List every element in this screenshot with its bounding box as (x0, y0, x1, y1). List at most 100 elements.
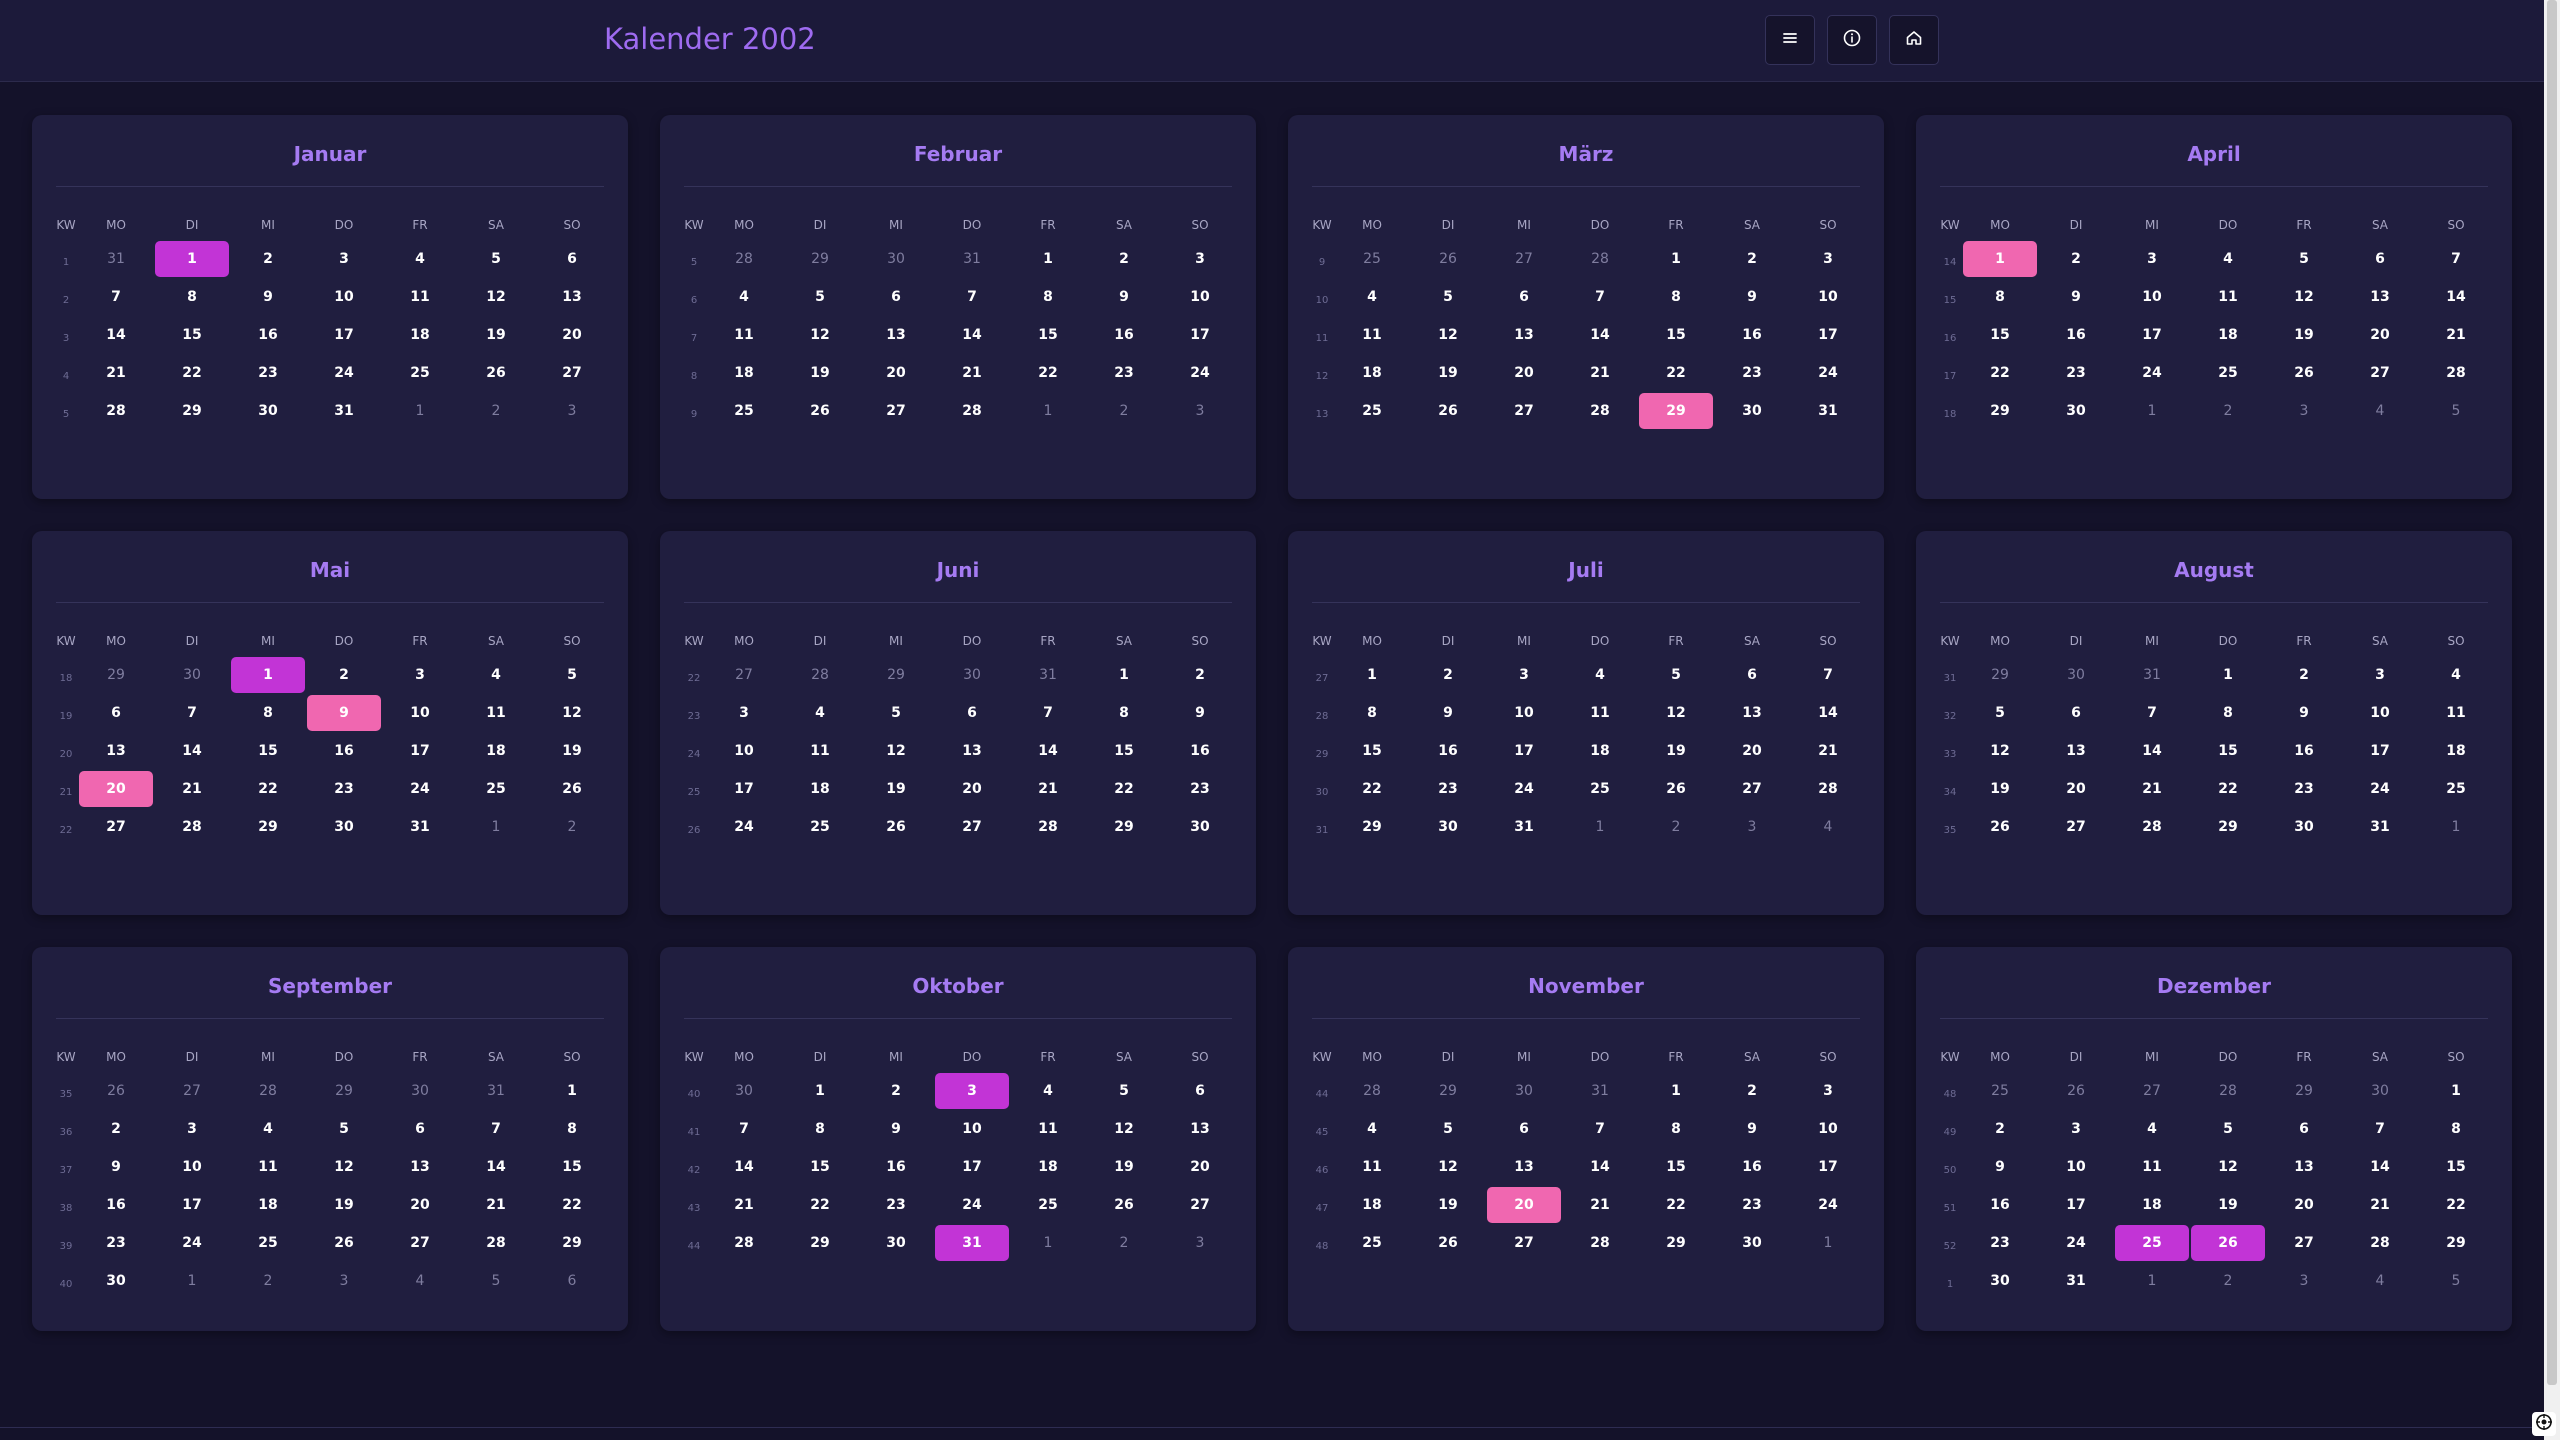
day-cell[interactable]: 30 (79, 1263, 153, 1299)
day-cell[interactable]: 21 (1011, 771, 1085, 807)
day-cell[interactable]: 20 (2343, 317, 2417, 353)
day-cell[interactable]: 8 (1963, 279, 2037, 315)
day-cell[interactable]: 23 (2039, 355, 2113, 391)
day-cell[interactable]: 15 (1963, 317, 2037, 353)
day-cell[interactable]: 6 (2267, 1111, 2341, 1147)
day-cell[interactable]: 28 (707, 1225, 781, 1261)
day-cell[interactable]: 21 (2115, 771, 2189, 807)
day-cell[interactable]: 18 (1335, 355, 1409, 391)
day-cell[interactable]: 7 (707, 1111, 781, 1147)
day-cell[interactable]: 9 (859, 1111, 933, 1147)
day-cell[interactable]: 28 (2343, 1225, 2417, 1261)
adjacent-month-day[interactable]: 1 (1011, 1225, 1085, 1261)
adjacent-month-day[interactable]: 29 (859, 657, 933, 693)
day-cell[interactable]: 17 (383, 733, 457, 769)
marked-day-cell[interactable]: 29 (1639, 393, 1713, 429)
adjacent-month-day[interactable]: 3 (1163, 1225, 1237, 1261)
day-cell[interactable]: 20 (859, 355, 933, 391)
day-cell[interactable]: 26 (459, 355, 533, 391)
day-cell[interactable]: 23 (859, 1187, 933, 1223)
adjacent-month-day[interactable]: 30 (935, 657, 1009, 693)
day-cell[interactable]: 18 (2419, 733, 2493, 769)
adjacent-month-day[interactable]: 1 (1011, 393, 1085, 429)
day-cell[interactable]: 5 (859, 695, 933, 731)
day-cell[interactable]: 3 (1791, 1073, 1865, 1109)
day-cell[interactable]: 16 (859, 1149, 933, 1185)
day-cell[interactable]: 29 (2419, 1225, 2493, 1261)
day-cell[interactable]: 11 (383, 279, 457, 315)
day-cell[interactable]: 15 (1639, 1149, 1713, 1185)
day-cell[interactable]: 4 (231, 1111, 305, 1147)
day-cell[interactable]: 31 (2343, 809, 2417, 845)
day-cell[interactable]: 20 (1487, 355, 1561, 391)
day-cell[interactable]: 2 (2039, 241, 2113, 277)
adjacent-month-day[interactable]: 28 (783, 657, 857, 693)
day-cell[interactable]: 26 (859, 809, 933, 845)
day-cell[interactable]: 30 (859, 1225, 933, 1261)
day-cell[interactable]: 6 (383, 1111, 457, 1147)
day-cell[interactable]: 2 (79, 1111, 153, 1147)
day-cell[interactable]: 12 (459, 279, 533, 315)
day-cell[interactable]: 27 (79, 809, 153, 845)
day-cell[interactable]: 4 (783, 695, 857, 731)
day-cell[interactable]: 24 (2115, 355, 2189, 391)
day-cell[interactable]: 5 (459, 241, 533, 277)
day-cell[interactable]: 16 (231, 317, 305, 353)
day-cell[interactable]: 8 (155, 279, 229, 315)
accessibility-button[interactable] (2532, 1412, 2556, 1436)
day-cell[interactable]: 30 (1715, 393, 1789, 429)
day-cell[interactable]: 16 (2267, 733, 2341, 769)
day-cell[interactable]: 2 (1715, 1073, 1789, 1109)
day-cell[interactable]: 2 (1163, 657, 1237, 693)
adjacent-month-day[interactable]: 3 (307, 1263, 381, 1299)
day-cell[interactable]: 13 (535, 279, 609, 315)
adjacent-month-day[interactable]: 2 (231, 1263, 305, 1299)
day-cell[interactable]: 16 (1087, 317, 1161, 353)
day-cell[interactable]: 21 (155, 771, 229, 807)
day-cell[interactable]: 14 (2115, 733, 2189, 769)
day-cell[interactable]: 31 (1487, 809, 1561, 845)
day-cell[interactable]: 14 (2343, 1149, 2417, 1185)
day-cell[interactable]: 9 (231, 279, 305, 315)
day-cell[interactable]: 18 (1011, 1149, 1085, 1185)
day-cell[interactable]: 23 (1715, 355, 1789, 391)
day-cell[interactable]: 6 (859, 279, 933, 315)
day-cell[interactable]: 19 (1411, 355, 1485, 391)
day-cell[interactable]: 9 (1963, 1149, 2037, 1185)
adjacent-month-day[interactable]: 2 (1639, 809, 1713, 845)
day-cell[interactable]: 3 (2039, 1111, 2113, 1147)
adjacent-month-day[interactable]: 3 (2267, 1263, 2341, 1299)
scrollbar-thumb[interactable] (2547, 0, 2557, 1385)
day-cell[interactable]: 17 (1487, 733, 1561, 769)
day-cell[interactable]: 16 (1163, 733, 1237, 769)
day-cell[interactable]: 28 (79, 393, 153, 429)
day-cell[interactable]: 9 (1715, 1111, 1789, 1147)
day-cell[interactable]: 28 (935, 393, 1009, 429)
day-cell[interactable]: 27 (1487, 393, 1561, 429)
adjacent-month-day[interactable]: 28 (707, 241, 781, 277)
day-cell[interactable]: 17 (1163, 317, 1237, 353)
day-cell[interactable]: 20 (383, 1187, 457, 1223)
day-cell[interactable]: 14 (935, 317, 1009, 353)
day-cell[interactable]: 18 (1563, 733, 1637, 769)
day-cell[interactable]: 11 (1335, 1149, 1409, 1185)
day-cell[interactable]: 14 (1791, 695, 1865, 731)
day-cell[interactable]: 10 (383, 695, 457, 731)
adjacent-month-day[interactable]: 2 (535, 809, 609, 845)
day-cell[interactable]: 22 (1011, 355, 1085, 391)
day-cell[interactable]: 12 (535, 695, 609, 731)
day-cell[interactable]: 30 (1411, 809, 1485, 845)
day-cell[interactable]: 14 (1011, 733, 1085, 769)
day-cell[interactable]: 19 (459, 317, 533, 353)
day-cell[interactable]: 22 (2191, 771, 2265, 807)
day-cell[interactable]: 28 (1563, 393, 1637, 429)
day-cell[interactable]: 12 (307, 1149, 381, 1185)
day-cell[interactable]: 22 (155, 355, 229, 391)
day-cell[interactable]: 1 (1639, 1073, 1713, 1109)
day-cell[interactable]: 13 (2343, 279, 2417, 315)
day-cell[interactable]: 20 (935, 771, 1009, 807)
day-cell[interactable]: 18 (2191, 317, 2265, 353)
adjacent-month-day[interactable]: 25 (1335, 241, 1409, 277)
day-cell[interactable]: 12 (859, 733, 933, 769)
day-cell[interactable]: 23 (231, 355, 305, 391)
